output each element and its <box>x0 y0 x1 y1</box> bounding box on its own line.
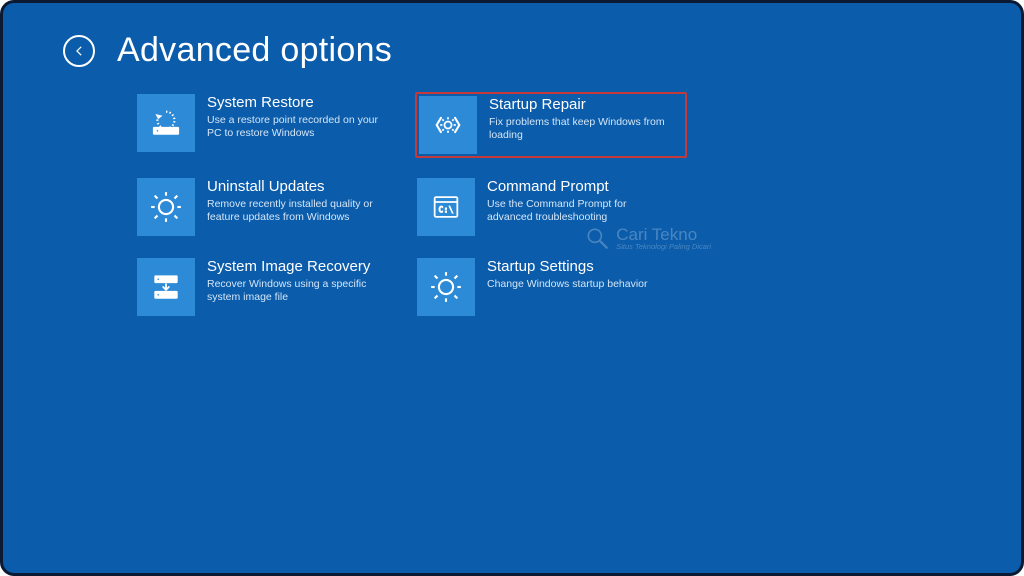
watermark-main: Cari Tekno <box>616 226 711 243</box>
tile-text: Uninstall Updates Remove recently instal… <box>207 178 387 225</box>
tile-title: System Restore <box>207 94 387 111</box>
options-grid: System Restore Use a restore point recor… <box>135 92 961 318</box>
uninstall-updates-icon <box>137 178 195 236</box>
tile-title: System Image Recovery <box>207 258 387 275</box>
tile-text: Command Prompt Use the Command Prompt fo… <box>487 178 667 225</box>
tile-desc: Change Windows startup behavior <box>487 278 648 291</box>
tile-text: System Image Recovery Recover Windows us… <box>207 258 387 305</box>
tile-title: Command Prompt <box>487 178 667 195</box>
tile-desc: Fix problems that keep Windows from load… <box>489 116 669 142</box>
tile-system-image-recovery[interactable]: System Image Recovery Recover Windows us… <box>135 256 395 318</box>
tile-desc: Use a restore point recorded on your PC … <box>207 114 387 140</box>
magnifier-icon <box>584 225 610 251</box>
back-button[interactable] <box>63 35 95 67</box>
tile-title: Startup Repair <box>489 96 669 113</box>
tile-startup-repair[interactable]: Startup Repair Fix problems that keep Wi… <box>415 92 687 158</box>
startup-repair-icon <box>419 96 477 154</box>
page-header: Advanced options <box>63 31 961 70</box>
page-title: Advanced options <box>117 31 392 70</box>
tile-text: Startup Settings Change Windows startup … <box>487 258 648 291</box>
advanced-options-screen: Advanced options System Restore Use a re… <box>0 0 1024 576</box>
tile-startup-settings[interactable]: Startup Settings Change Windows startup … <box>415 256 675 318</box>
tile-title: Uninstall Updates <box>207 178 387 195</box>
watermark-sub: Situs Teknologi Paling Dicari <box>616 243 711 251</box>
watermark: Cari Tekno Situs Teknologi Paling Dicari <box>584 225 711 251</box>
startup-settings-icon <box>417 258 475 316</box>
tile-uninstall-updates[interactable]: Uninstall Updates Remove recently instal… <box>135 176 395 238</box>
tile-desc: Recover Windows using a specific system … <box>207 278 387 304</box>
tile-text: Startup Repair Fix problems that keep Wi… <box>489 96 669 143</box>
command-prompt-icon: C:\ <box>417 178 475 236</box>
svg-text:C:\: C:\ <box>438 206 453 216</box>
tile-title: Startup Settings <box>487 258 648 275</box>
tile-system-restore[interactable]: System Restore Use a restore point recor… <box>135 92 395 158</box>
tile-desc: Remove recently installed quality or fea… <box>207 198 387 224</box>
tile-text: System Restore Use a restore point recor… <box>207 94 387 141</box>
system-image-recovery-icon <box>137 258 195 316</box>
arrow-left-icon <box>72 44 86 58</box>
system-restore-icon <box>137 94 195 152</box>
tile-desc: Use the Command Prompt for advanced trou… <box>487 198 667 224</box>
